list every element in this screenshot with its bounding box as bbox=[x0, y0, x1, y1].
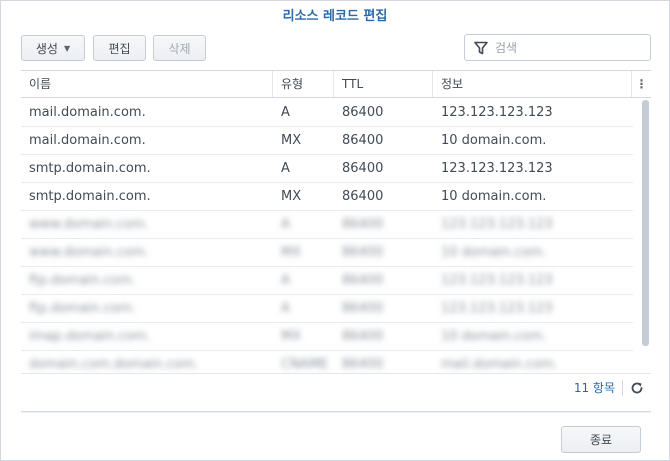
records-table: 이름 유형 TTL 정보 ⋮ mail.domain.com. A 86400 … bbox=[21, 70, 651, 374]
cell-info: 10 domain.com. bbox=[441, 189, 547, 204]
table-row[interactable]: smtp.domain.com. A 86400 123.123.123.123 bbox=[21, 155, 633, 183]
cell-type: CNAME bbox=[281, 357, 329, 372]
cell-type: MX bbox=[281, 245, 302, 260]
delete-button-label: 삭제 bbox=[168, 41, 191, 56]
cell-type: A bbox=[281, 105, 290, 120]
cell-info: 10 domain.com. bbox=[441, 133, 547, 148]
column-header-ttl[interactable]: TTL bbox=[334, 71, 433, 97]
cell-name: smtp.domain.com. bbox=[29, 189, 151, 204]
create-button-label: 생성 bbox=[35, 41, 58, 56]
close-button[interactable]: 종료 bbox=[561, 426, 641, 453]
table-row[interactable]: www.domain.com. MX 86400 10 domain.com. bbox=[21, 239, 633, 267]
edit-button-label: 편집 bbox=[108, 41, 131, 56]
cell-name: mail.domain.com. bbox=[29, 133, 146, 148]
delete-button[interactable]: 삭제 bbox=[153, 35, 206, 61]
search-box[interactable] bbox=[464, 34, 651, 61]
create-button[interactable]: 생성 ▼ bbox=[21, 35, 85, 61]
dialog-title: 리소스 레코드 편집 bbox=[282, 9, 388, 24]
table-header: 이름 유형 TTL 정보 ⋮ bbox=[21, 71, 651, 98]
table-scrollbar-thumb[interactable] bbox=[642, 100, 649, 346]
cell-info: 123.123.123.123 bbox=[441, 273, 553, 288]
cell-ttl: 86400 bbox=[342, 301, 384, 316]
cell-type: A bbox=[281, 273, 290, 288]
cell-type: MX bbox=[281, 189, 302, 204]
table-row[interactable]: mail.domain.com. MX 86400 10 domain.com. bbox=[21, 127, 633, 155]
cell-name: domain.com.domain.com. bbox=[29, 357, 199, 372]
cell-info: 123.123.123.123 bbox=[441, 301, 553, 316]
cell-ttl: 86400 bbox=[342, 273, 384, 288]
cell-ttl: 86400 bbox=[342, 217, 384, 232]
cell-info: mail.domain.com. bbox=[441, 357, 558, 372]
column-header-name[interactable]: 이름 bbox=[21, 71, 273, 97]
cell-info: 10 domain.com. bbox=[441, 329, 547, 344]
cell-info: 123.123.123.123 bbox=[441, 161, 553, 176]
edit-resource-records-dialog: 리소스 레코드 편집 생성 ▼ 편집 삭제 이름 유형 TTL 정보 ⋮ mai… bbox=[0, 0, 670, 461]
edit-button[interactable]: 편집 bbox=[93, 35, 146, 61]
cell-name: ftp.domain.com. bbox=[29, 273, 136, 288]
cell-ttl: 86400 bbox=[342, 329, 384, 344]
cell-name: www.domain.com. bbox=[29, 245, 149, 260]
chevron-down-icon: ▼ bbox=[63, 43, 71, 53]
cell-ttl: 86400 bbox=[342, 161, 384, 176]
cell-name: ftp.domain.com. bbox=[29, 301, 136, 316]
table-row[interactable]: smtp.domain.com. MX 86400 10 domain.com. bbox=[21, 183, 633, 211]
cell-info: 123.123.123.123 bbox=[441, 105, 553, 120]
cell-type: MX bbox=[281, 329, 302, 344]
search-input[interactable] bbox=[495, 38, 645, 57]
cell-type: A bbox=[281, 217, 290, 232]
table-row[interactable]: ftp.domain.com. A 86400 123.123.123.123 bbox=[21, 295, 633, 323]
cell-info: 123.123.123.123 bbox=[441, 217, 553, 232]
cell-name: www.domain.com. bbox=[29, 217, 149, 232]
table-row[interactable]: ftp.domain.com. A 86400 123.123.123.123 bbox=[21, 267, 633, 295]
cell-name: smtp.domain.com. bbox=[29, 161, 151, 176]
item-count: 11 항목 bbox=[573, 381, 615, 395]
table-footer: 11 항목 bbox=[21, 374, 651, 402]
cell-type: A bbox=[281, 301, 290, 316]
cell-type: A bbox=[281, 161, 290, 176]
cell-ttl: 86400 bbox=[342, 189, 384, 204]
column-header-type[interactable]: 유형 bbox=[273, 71, 334, 97]
cell-info: 10 domain.com. bbox=[441, 245, 547, 260]
cell-ttl: 86400 bbox=[342, 105, 384, 120]
footer-divider bbox=[622, 380, 623, 396]
table-row[interactable]: mail.domain.com. A 86400 123.123.123.123 bbox=[21, 99, 633, 127]
filter-icon bbox=[474, 41, 488, 55]
cell-ttl: 86400 bbox=[342, 133, 384, 148]
cell-type: MX bbox=[281, 133, 302, 148]
table-row[interactable]: www.domain.com. A 86400 123.123.123.123 bbox=[21, 211, 633, 239]
cell-name: mail.domain.com. bbox=[29, 105, 146, 120]
column-menu-icon[interactable]: ⋮ bbox=[631, 71, 651, 97]
footer-separator bbox=[21, 411, 651, 413]
table-row[interactable]: imap.domain.com. MX 86400 10 domain.com. bbox=[21, 323, 633, 351]
table-row[interactable]: domain.com.domain.com. CNAME 86400 mail.… bbox=[21, 351, 633, 373]
refresh-icon[interactable] bbox=[630, 381, 644, 395]
column-header-info[interactable]: 정보 bbox=[433, 71, 631, 97]
cell-ttl: 86400 bbox=[342, 357, 384, 372]
cell-name: imap.domain.com. bbox=[29, 329, 151, 344]
cell-ttl: 86400 bbox=[342, 245, 384, 260]
table-body: mail.domain.com. A 86400 123.123.123.123… bbox=[21, 99, 633, 373]
